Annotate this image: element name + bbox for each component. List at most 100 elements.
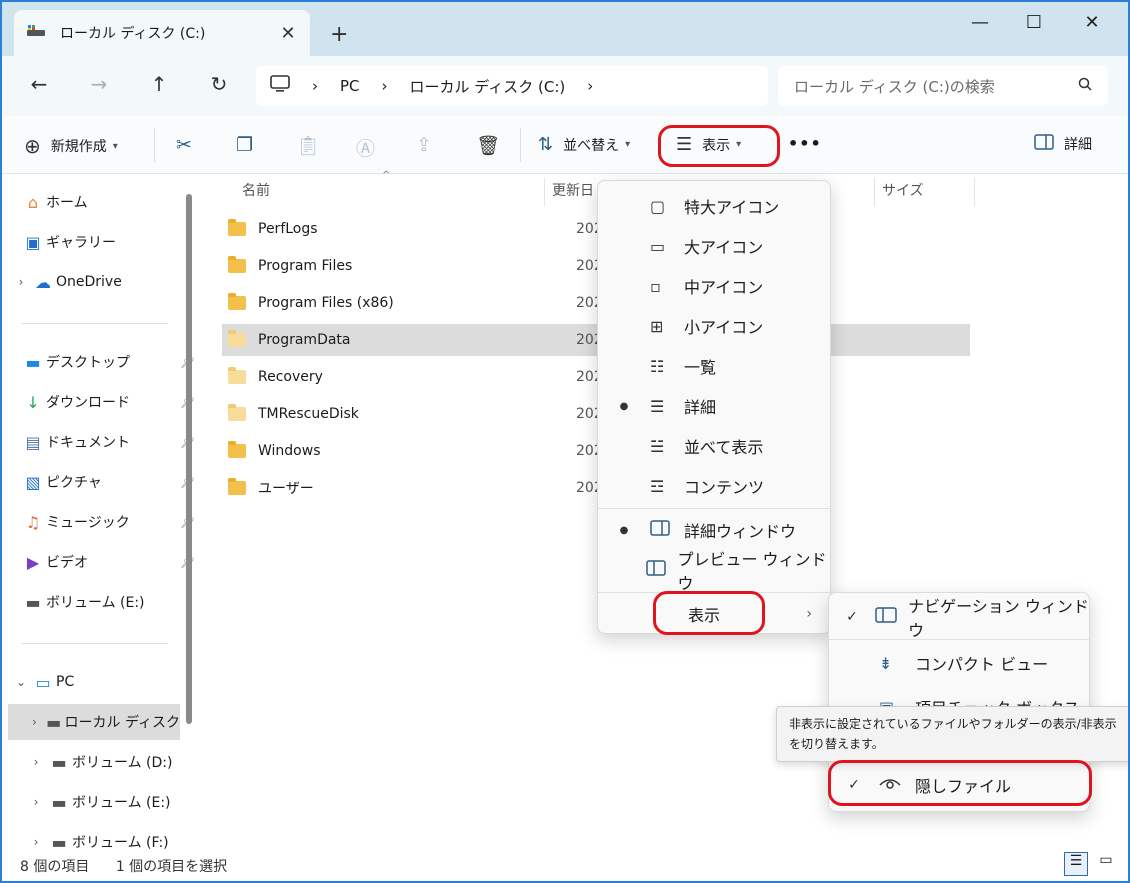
cloud-icon: ☁ xyxy=(35,272,51,292)
breadcrumb-local-disk[interactable]: ローカル ディスク (C:) xyxy=(410,76,566,97)
share-icon[interactable]: ⇪ xyxy=(416,134,432,156)
menu-item-details[interactable]: ● ☰ 詳細 xyxy=(598,386,830,426)
menu-item-small-icons[interactable]: ⊞ 小アイコン xyxy=(598,306,830,346)
rename-icon[interactable]: Ⓐ xyxy=(356,134,375,161)
sidebar-item-label: ボリューム (E:) xyxy=(72,795,171,811)
sidebar-item-music[interactable]: ♫ ミュージック 📌︎ xyxy=(20,504,200,540)
details-view-icon[interactable]: ☰ xyxy=(1064,852,1088,876)
chevron-right-icon[interactable]: › xyxy=(12,275,30,289)
sidebar-item-onedrive[interactable]: › ☁ OneDrive xyxy=(12,264,122,300)
table-row-selected[interactable]: ProgramData 2024/1 xyxy=(222,324,970,356)
sidebar-item-desktop[interactable]: ▬ デスクトップ 📌︎ xyxy=(20,344,200,380)
menu-item-list[interactable]: ☷ 一覧 xyxy=(598,346,830,386)
new-tab-icon[interactable]: + xyxy=(330,22,348,47)
file-name: PerfLogs xyxy=(258,221,318,237)
sidebar-item-label: ボリューム (F:) xyxy=(72,835,169,851)
chevron-right-icon[interactable]: › xyxy=(26,715,43,729)
sidebar-item-gallery[interactable]: ▣ ギャラリー xyxy=(20,224,116,260)
table-row[interactable]: PerfLogs 2022/0 xyxy=(222,213,970,245)
chevron-right-icon[interactable]: › xyxy=(26,755,46,769)
column-header-name[interactable]: 名前 xyxy=(242,174,270,206)
file-name: Recovery xyxy=(258,369,323,385)
table-row[interactable]: Recovery 2024/1 xyxy=(222,361,970,393)
drive-icon xyxy=(26,24,48,42)
sidebar-item-volume-e-quick[interactable]: ▬ ボリューム (E:) xyxy=(20,584,144,620)
menu-item-content[interactable]: ☲ コンテンツ xyxy=(598,466,830,506)
file-name: TMRescueDisk xyxy=(258,406,359,422)
table-row[interactable]: Windows 2024/1 xyxy=(222,435,970,467)
paste-icon[interactable]: 📋︎ xyxy=(296,134,320,157)
sort-button[interactable]: ⇅ 並べ替え ▾ xyxy=(538,134,630,155)
new-button[interactable]: ⊕ 新規作成 ▾ xyxy=(24,134,118,158)
sidebar-item-local-disk[interactable]: › ▬ ローカル ディスク xyxy=(8,704,180,740)
submenu-item-navigation-pane[interactable]: ✓ ナビゲーション ウィンドウ xyxy=(829,595,1089,640)
sidebar-item-volume-e[interactable]: › ▬ ボリューム (E:) xyxy=(26,784,171,820)
column-header-size[interactable]: サイズ xyxy=(882,174,924,206)
file-name: Windows xyxy=(258,443,321,459)
search-box[interactable]: ローカル ディスク (C:)の検索 xyxy=(778,66,1108,106)
table-row[interactable]: Program Files (x86) 2024/1 xyxy=(222,287,970,319)
table-row[interactable]: TMRescueDisk 2024/1 xyxy=(222,398,970,430)
menu-item-label: コンテンツ xyxy=(684,478,765,497)
search-input[interactable]: ローカル ディスク (C:)の検索 xyxy=(794,76,1078,97)
breadcrumb-pc[interactable]: PC xyxy=(340,77,360,95)
up-icon[interactable]: ↑ xyxy=(144,72,174,96)
cut-icon[interactable]: ✂ xyxy=(176,134,192,156)
home-icon: ⌂ xyxy=(27,192,39,212)
submenu-item-label: コンパクト ビュー xyxy=(915,655,1049,674)
file-name: Program Files (x86) xyxy=(258,295,394,311)
chevron-right-icon[interactable]: › xyxy=(26,835,46,849)
menu-item-label: 中アイコン xyxy=(684,278,764,297)
sidebar-scrollbar[interactable] xyxy=(186,194,192,724)
sidebar-item-pictures[interactable]: ▧ ピクチャ 📌︎ xyxy=(20,464,200,500)
menu-item-tiles[interactable]: ☱ 並べて表示 xyxy=(598,426,830,466)
more-options-button[interactable]: ••• xyxy=(788,134,822,153)
refresh-icon[interactable]: ↻ xyxy=(204,72,234,96)
column-header-date[interactable]: 更新日 xyxy=(552,174,594,206)
details-pane-button[interactable]: 詳細 xyxy=(1034,134,1092,154)
folder-icon xyxy=(228,293,246,310)
table-row[interactable]: Program Files 2024/1 xyxy=(222,250,970,282)
tab-local-disk[interactable]: ローカル ディスク (C:) ✕ xyxy=(14,10,310,56)
sidebar-item-downloads[interactable]: ↓ ダウンロード 📌︎ xyxy=(20,384,200,420)
menu-item-details-pane[interactable]: ● 詳細ウィンドウ xyxy=(598,510,830,550)
table-row[interactable]: ユーザー 2024/1 xyxy=(222,472,970,504)
chevron-down-icon[interactable]: ⌄ xyxy=(12,675,30,689)
selected-bullet-icon: ● xyxy=(619,400,629,412)
sidebar-item-videos[interactable]: ▶ ビデオ 📌︎ xyxy=(20,544,200,580)
address-bar[interactable]: › PC › ローカル ディスク (C:) › xyxy=(256,66,768,106)
sidebar-item-volume-d[interactable]: › ▬ ボリューム (D:) xyxy=(26,744,173,780)
chevron-right-icon[interactable]: › xyxy=(26,795,46,809)
sidebar-item-documents[interactable]: ▤ ドキュメント 📌︎ xyxy=(20,424,200,460)
menu-item-extra-large-icons[interactable]: ▢ 特大アイコン xyxy=(598,186,830,226)
menu-item-preview-pane[interactable]: プレビュー ウィンドウ xyxy=(598,550,830,593)
hidden-files-tooltip: 非表示に設定されているファイルやフォルダーの表示/非表示を切り替えます。 xyxy=(776,706,1128,762)
address-row: ← → ↑ ↻ › PC › ローカル ディスク (C:) › ローカル ディス… xyxy=(2,56,1128,116)
sidebar-item-volume-f[interactable]: › ▬ ボリューム (F:) xyxy=(26,824,169,860)
tab-close-icon[interactable]: ✕ xyxy=(278,23,298,44)
close-window-icon[interactable]: ✕ xyxy=(1072,12,1112,33)
folder-icon xyxy=(228,478,246,495)
menu-item-label: 一覧 xyxy=(684,358,717,377)
submenu-item-compact-view[interactable]: ⇟ コンパクト ビュー xyxy=(829,641,1089,685)
column-divider[interactable] xyxy=(544,178,545,206)
breadcrumb-separator[interactable]: › xyxy=(587,77,593,95)
delete-icon[interactable]: 🗑︎ xyxy=(476,134,500,157)
copy-icon[interactable]: ❐ xyxy=(236,134,253,156)
column-divider[interactable] xyxy=(874,178,875,206)
sort-icon: ⇅ xyxy=(538,134,554,155)
plus-circle-icon: ⊕ xyxy=(24,134,41,158)
back-icon[interactable]: ← xyxy=(24,72,54,96)
sidebar-item-home[interactable]: ⌂ ホーム xyxy=(20,184,88,220)
sidebar-item-pc[interactable]: ⌄ ▭ PC xyxy=(12,664,74,700)
menu-item-large-icons[interactable]: ▭ 大アイコン xyxy=(598,226,830,266)
forward-icon[interactable]: → xyxy=(84,72,114,96)
tiles-view-icon[interactable]: ▭ xyxy=(1094,852,1118,876)
menu-item-medium-icons[interactable]: ▫ 中アイコン xyxy=(598,266,830,306)
file-name: ProgramData xyxy=(258,332,351,348)
minimize-icon[interactable]: — xyxy=(960,12,1000,33)
tiles-icon: ☱ xyxy=(650,436,665,456)
column-divider[interactable] xyxy=(974,178,975,206)
maximize-icon[interactable]: ☐ xyxy=(1014,12,1054,33)
monitor-icon xyxy=(270,75,290,97)
